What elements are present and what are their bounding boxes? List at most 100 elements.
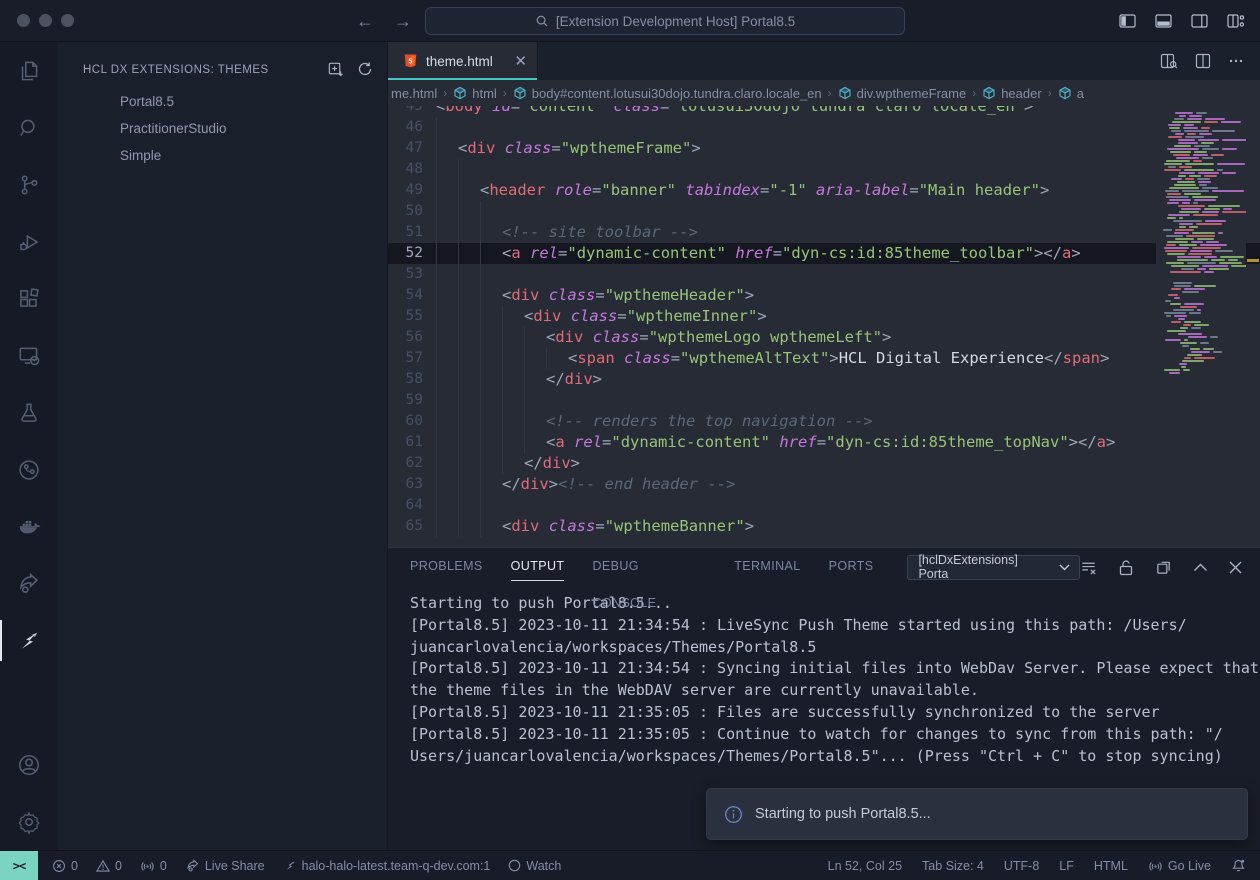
status-item-ln-52-col-25[interactable]: Ln 52, Col 25 [828,859,902,873]
refresh-icon[interactable] [357,61,373,77]
panel-tab-debug-console[interactable]: DEBUG CONSOLE [592,548,706,586]
activity-docker[interactable] [0,498,58,555]
breadcrumb-item[interactable]: me.html [391,86,437,101]
gitlens-icon [16,457,42,483]
tree-item-practitionerstudio[interactable]: PractitionerStudio [58,115,387,142]
toggle-primary-sidebar-icon[interactable] [1119,14,1136,28]
code-line[interactable]: 54<div class="wpthemeHeader"> [388,285,1260,306]
status-item-bell-dot[interactable] [1231,858,1246,873]
code-line[interactable]: 52<a rel="dynamic-content" href="dyn-cs:… [388,243,1260,264]
code-line[interactable]: 65<div class="wpthemeBanner"> [388,516,1260,537]
status-item-0[interactable]: 0 [140,859,167,873]
tree-item-simple[interactable]: Simple [58,142,387,169]
activity-search[interactable] [0,99,58,156]
more-actions-icon[interactable] [1228,53,1244,69]
code-line[interactable]: 63</div><!-- end header --> [388,474,1260,495]
minimap[interactable] [1156,112,1246,374]
activity-run-debug[interactable] [0,213,58,270]
toast-message: Starting to push Portal8.5... [755,806,931,822]
html5-icon: 5 [403,53,418,69]
unlock-icon[interactable] [1118,559,1134,576]
sidebar-title: HCL DX EXTENSIONS: THEMES [83,64,327,76]
code-line[interactable]: 47<div class="wpthemeFrame"> [388,138,1260,159]
activity-gitlens[interactable] [0,441,58,498]
code-line[interactable]: 45<body id="content" class="lotusui30doj… [388,106,1260,117]
remote-indicator[interactable]: >< [0,851,38,880]
code-line[interactable]: 50 [388,201,1260,222]
code-line[interactable]: 48 [388,159,1260,180]
settings-menu[interactable] [0,793,58,850]
code-line[interactable]: 57<span class="wpthemeAltText">HCL Digit… [388,348,1260,369]
overview-ruler[interactable] [1246,106,1260,547]
breadcrumb-item[interactable]: body#content.lotusui30dojo.tundra.claro.… [513,86,822,101]
nav-back-icon[interactable]: ← [356,0,374,42]
notification-toast[interactable]: Starting to push Portal8.5... [706,788,1248,840]
status-item-0[interactable]: 0 [96,859,122,873]
symbol-cube-icon [1058,86,1072,100]
activity-source-control[interactable] [0,156,58,213]
panel-tab-output[interactable]: OUTPUT [511,548,565,586]
nav-forward-icon[interactable]: → [394,0,412,42]
close-panel-icon[interactable] [1229,561,1242,574]
customize-layout-icon[interactable] [1227,14,1244,28]
breadcrumb-item[interactable]: header [982,86,1041,101]
panel-tab-terminal[interactable]: TERMINAL [734,548,800,586]
tab-bar: 5 theme.html ✕ [388,42,1260,80]
activity-extensions[interactable] [0,270,58,327]
panel-tab-ports[interactable]: PORTS [829,548,874,586]
code-line[interactable]: 61<a rel="dynamic-content" href="dyn-cs:… [388,432,1260,453]
code-editor[interactable]: 45<body id="content" class="lotusui30doj… [388,106,1260,547]
open-output-in-editor-icon[interactable] [1155,559,1172,576]
tab-theme-html[interactable]: 5 theme.html ✕ [388,42,538,80]
code-line[interactable]: 53 [388,264,1260,285]
panel-tab-bar: PROBLEMS OUTPUT DEBUG CONSOLE TERMINAL PORTS… [388,548,1260,586]
import-theme-icon[interactable] [327,61,344,78]
code-line[interactable]: 62</div> [388,453,1260,474]
accounts-menu[interactable] [0,736,58,793]
status-item-tab-size-4[interactable]: Tab Size: 4 [922,859,984,873]
status-item-go-live[interactable]: Go Live [1148,859,1211,873]
status-item-html[interactable]: HTML [1094,859,1128,873]
code-line[interactable]: 60<!-- renders the top navigation --> [388,411,1260,432]
close-tab-icon[interactable]: ✕ [514,52,527,70]
status-item-live-share[interactable]: Live Share [185,859,265,873]
code-line[interactable]: 59 [388,390,1260,411]
status-item-watch[interactable]: Watch [508,859,561,873]
activity-explorer[interactable] [0,42,58,99]
breadcrumb-item[interactable]: html [453,86,497,101]
zoom-window-button[interactable] [61,14,74,27]
maximize-panel-icon[interactable] [1193,562,1208,572]
activity-hcl-dx-extensions[interactable] [0,612,58,669]
code-line[interactable]: 55<div class="wpthemeInner"> [388,306,1260,327]
activity-testing[interactable] [0,384,58,441]
toggle-secondary-sidebar-icon[interactable] [1191,14,1208,28]
command-center-search[interactable]: [Extension Development Host] Portal8.5 [425,7,905,35]
symbol-cube-icon [838,86,852,100]
code-line[interactable]: 56<div class="wpthemeLogo wpthemeLeft"> [388,327,1260,348]
code-line[interactable]: 64 [388,495,1260,516]
breadcrumb-item[interactable]: a [1058,86,1084,101]
panel-tab-problems[interactable]: PROBLEMS [410,548,483,586]
error-circle-icon [52,859,66,873]
toggle-panel-icon[interactable] [1155,14,1172,28]
activity-remote-explorer[interactable] [0,327,58,384]
code-line[interactable]: 51<!-- site toolbar --> [388,222,1260,243]
output-channel-select[interactable]: [hclDxExtensions] Porta [907,555,1080,580]
bottom-panel: PROBLEMS OUTPUT DEBUG CONSOLE TERMINAL PORTS… [388,547,1260,850]
status-item-0[interactable]: 0 [52,859,78,873]
split-editor-icon[interactable] [1195,53,1211,69]
broadcast-icon [1148,859,1163,873]
status-item-lf[interactable]: LF [1059,859,1074,873]
code-line[interactable]: 46 [388,117,1260,138]
close-window-button[interactable] [17,14,30,27]
tree-item-portal8.5[interactable]: Portal8.5 [58,88,387,115]
breadcrumb-item[interactable]: div.wpthemeFrame [838,86,967,101]
code-line[interactable]: 58</div> [388,369,1260,390]
activity-live-share[interactable] [0,555,58,612]
status-item-halo-halo-latest-team-q-dev-com-1[interactable]: halo-halo-latest.team-q-dev.com:1 [283,859,491,873]
code-line[interactable]: 49<header role="banner" tabindex="-1" ar… [388,180,1260,201]
minimize-window-button[interactable] [39,14,52,27]
open-preview-icon[interactable] [1160,53,1178,69]
clear-output-icon[interactable] [1080,559,1097,576]
status-item-utf-8[interactable]: UTF-8 [1004,859,1039,873]
